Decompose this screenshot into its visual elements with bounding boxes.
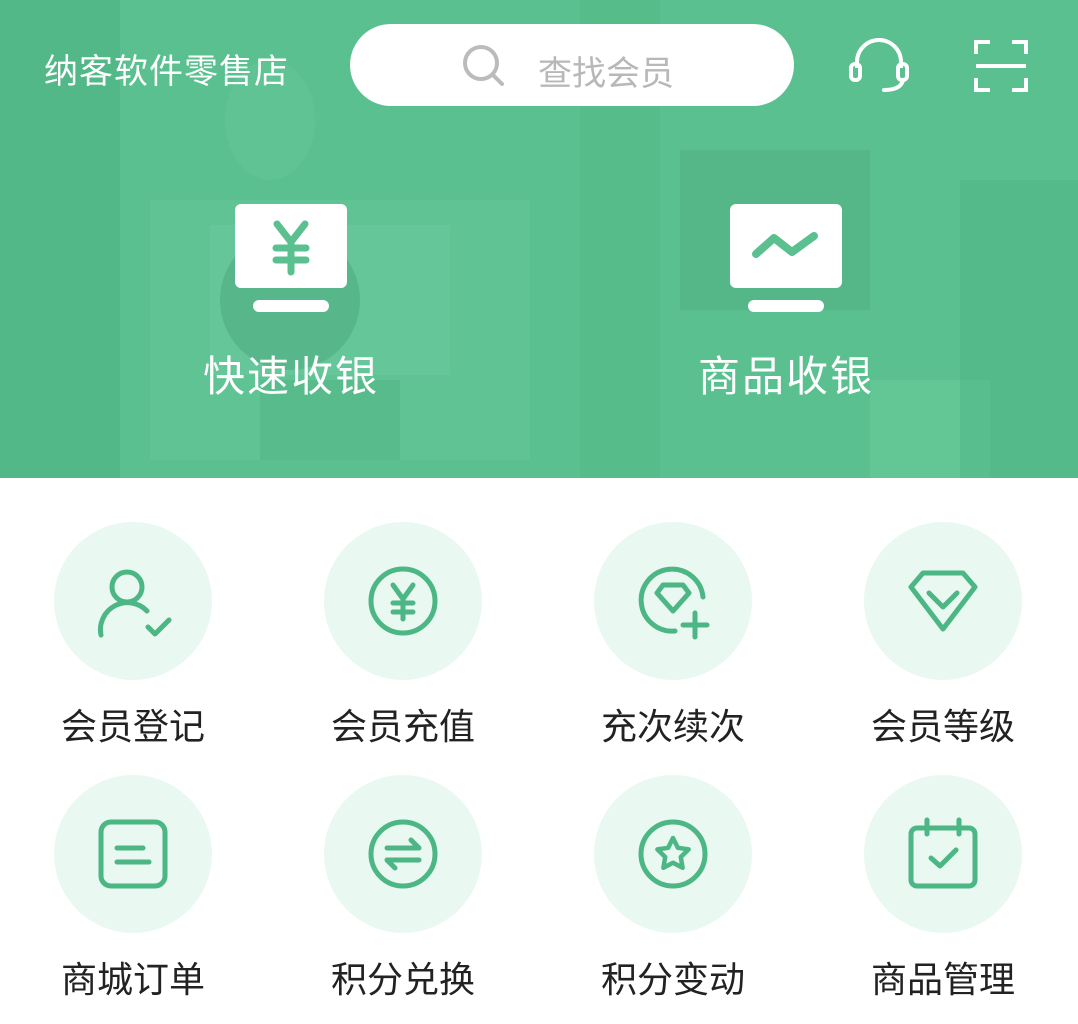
quick-checkout-button[interactable]: 快速收银 (171, 200, 411, 401)
menu-item-label: 积分兑换 (330, 960, 475, 1001)
product-management-icon-bg (864, 775, 1022, 933)
scan-button[interactable] (970, 38, 1032, 94)
search-icon (463, 45, 504, 86)
member-register-button[interactable]: 会员登记 (23, 522, 243, 752)
diamond-icon (908, 570, 978, 632)
menu-item-label: 会员等级 (870, 707, 1015, 748)
member-level-button[interactable]: 会员等级 (833, 522, 1053, 752)
search-placeholder: 查找会员 (538, 54, 674, 94)
order-list-icon (98, 819, 168, 889)
count-renewal-button[interactable]: 充次续次 (563, 522, 783, 752)
headset-icon (849, 38, 909, 92)
scan-icon (974, 40, 1028, 92)
star-circle-icon (638, 819, 708, 889)
menu-item-label: 积分变动 (600, 960, 745, 1001)
yen-monitor-icon (235, 204, 347, 312)
member-recharge-button[interactable]: 会员充值 (293, 522, 513, 752)
chart-monitor-icon (730, 204, 842, 312)
points-change-button[interactable]: 积分变动 (563, 775, 783, 1005)
menu-item-label: 商品管理 (870, 960, 1015, 1001)
customer-service-button[interactable] (848, 38, 910, 94)
store-name: 纳客软件零售店 (44, 52, 289, 92)
product-management-button[interactable]: 商品管理 (833, 775, 1053, 1005)
exchange-icon (368, 819, 438, 889)
quick-checkout-label: 快速收银 (202, 352, 379, 401)
calendar-check-icon (908, 817, 978, 889)
menu-item-label: 会员登记 (60, 707, 205, 748)
hero-banner: 纳客软件零售店 查找会员 快速收银 商品收银 (0, 0, 1078, 478)
member-search-bar[interactable]: 查找会员 (350, 24, 794, 106)
product-checkout-label: 商品收银 (697, 352, 874, 401)
points-change-icon-bg (594, 775, 752, 933)
user-check-icon (97, 569, 172, 638)
product-checkout-button[interactable]: 商品收银 (666, 200, 906, 401)
mall-orders-button[interactable]: 商城订单 (23, 775, 243, 1005)
menu-item-label: 充次续次 (600, 707, 745, 748)
points-exchange-button[interactable]: 积分兑换 (293, 775, 513, 1005)
diamond-plus-icon (638, 566, 710, 640)
mall-orders-icon-bg (54, 775, 212, 933)
menu-item-label: 会员充值 (330, 707, 475, 748)
menu-item-label: 商城订单 (60, 960, 205, 1001)
member-recharge-icon-bg (324, 522, 482, 680)
yen-circle-icon (368, 566, 438, 636)
member-level-icon-bg (864, 522, 1022, 680)
points-exchange-icon-bg (324, 775, 482, 933)
member-register-icon-bg (54, 522, 212, 680)
count-renewal-icon-bg (594, 522, 752, 680)
